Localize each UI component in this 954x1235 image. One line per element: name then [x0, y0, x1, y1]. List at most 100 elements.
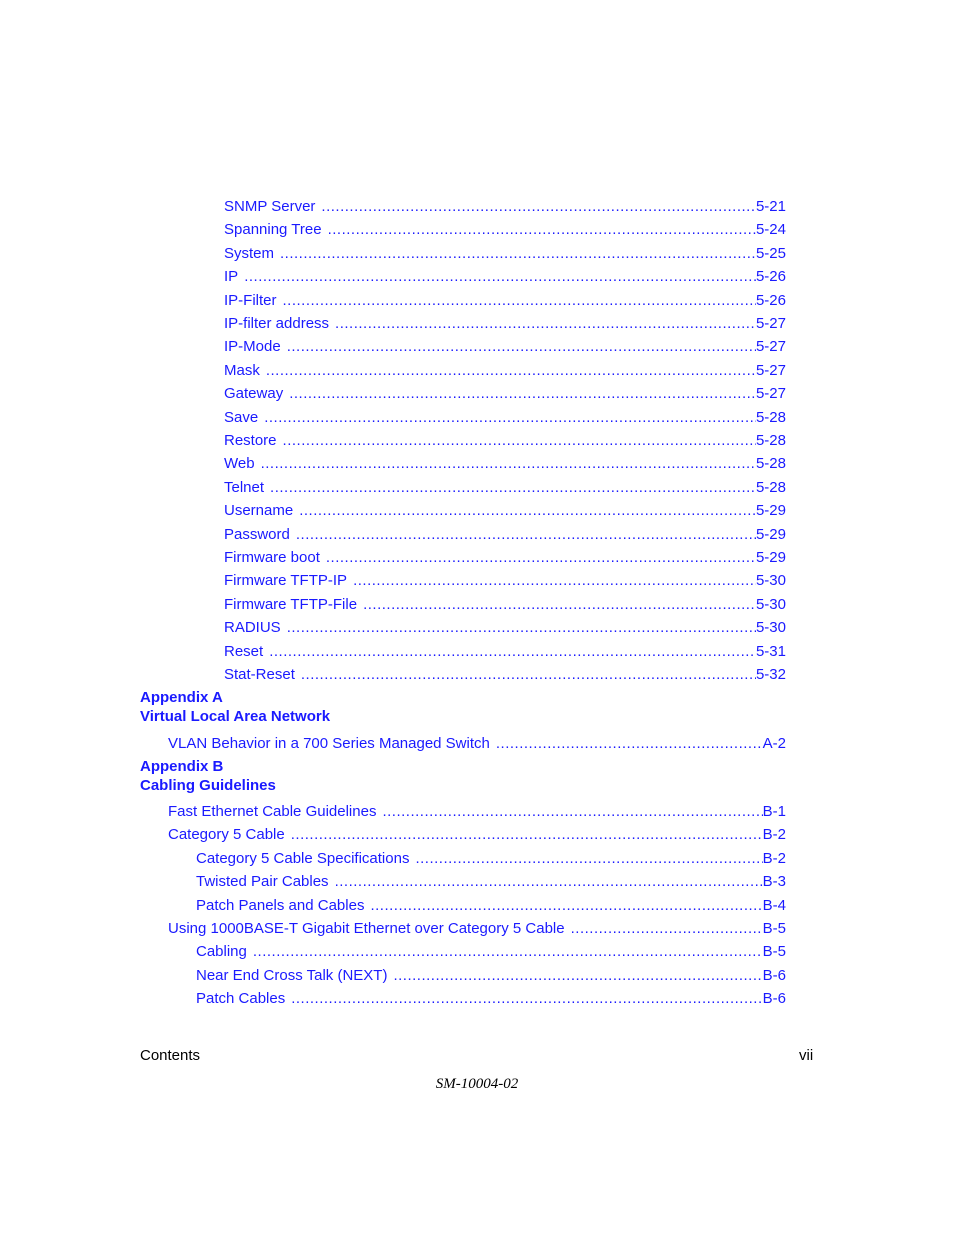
toc-entry[interactable]: Patch Panels and Cables B-4	[196, 897, 786, 917]
toc-entry-page: 5-29	[755, 549, 786, 566]
toc-entry[interactable]: IP-filter address 5-27	[224, 315, 786, 335]
toc-entry[interactable]: Patch Cables B-6	[196, 990, 786, 1010]
toc-entry-title: Patch Cables	[196, 990, 286, 1008]
toc-entry-title: VLAN Behavior in a 700 Series Managed Sw…	[168, 735, 490, 752]
dot-leader	[283, 292, 756, 309]
dot-leader	[353, 572, 756, 589]
toc-entry-title: SNMP Server	[224, 198, 316, 215]
toc-entry-page: 5-28	[755, 408, 786, 426]
toc-entry[interactable]: Category 5 Cable B-2	[168, 826, 786, 846]
toc-entry[interactable]: Gateway 5-27	[224, 385, 786, 405]
toc-entry-page: B-2	[762, 849, 786, 867]
document-id: SM-10004-02	[435, 1076, 519, 1092]
toc-entry[interactable]: Spanning Tree 5-24	[224, 221, 786, 241]
dot-leader	[326, 549, 756, 566]
toc-entry-page: 5-25	[755, 244, 786, 262]
toc-entry[interactable]: Fast Ethernet Cable Guidelines B-1	[168, 803, 786, 823]
toc-entry-page: 5-31	[755, 642, 786, 660]
toc-entry-page: 5-28	[755, 432, 786, 449]
toc-entry[interactable]: Restore 5-28	[224, 432, 786, 452]
toc-entry[interactable]: IP-Filter 5-26	[224, 292, 786, 312]
toc-entry[interactable]: Firmware TFTP-IP 5-30	[224, 572, 786, 592]
toc-entry-title: Save	[224, 408, 259, 426]
appendix-b-label[interactable]: Appendix B	[140, 758, 223, 775]
dot-leader	[264, 409, 756, 426]
toc-entry[interactable]: SNMP Server 5-21	[224, 198, 786, 218]
toc-entry-title: Firmware boot	[224, 549, 320, 566]
toc-entry-page: B-6	[762, 966, 786, 984]
toc-entry-page: 5-29	[755, 525, 786, 543]
toc-entry[interactable]: RADIUS 5-30	[224, 619, 786, 639]
dot-leader	[270, 479, 756, 496]
toc-entry-page: 5-30	[755, 572, 786, 590]
toc-entry[interactable]: IP 5-26	[224, 268, 786, 288]
appendix-a-label[interactable]: Appendix A	[140, 689, 223, 706]
toc-entry-title: Spanning Tree	[224, 221, 322, 239]
dot-leader	[280, 245, 756, 262]
toc-entry[interactable]: Mask 5-27	[224, 362, 786, 382]
toc-entry[interactable]: VLAN Behavior in a 700 Series Managed Sw…	[168, 735, 786, 755]
dot-leader	[382, 803, 762, 820]
toc-entry-page: 5-29	[755, 502, 786, 520]
appendix-a-title[interactable]: Virtual Local Area Network	[140, 708, 330, 725]
toc-entry-title: Firmware TFTP-File	[224, 595, 358, 613]
toc-entry[interactable]: Telnet 5-28	[224, 479, 786, 499]
toc-entry-title: Stat-Reset	[224, 666, 295, 683]
toc-entry[interactable]: IP-Mode 5-27	[224, 338, 786, 358]
toc-entry-page: 5-30	[755, 619, 786, 637]
dot-leader	[283, 432, 756, 449]
toc-entry-page: 5-28	[755, 478, 786, 496]
toc-entry-page: B-1	[762, 803, 786, 820]
toc-entry-page: 5-30	[755, 595, 786, 613]
toc-entry-page: 5-27	[755, 315, 786, 332]
dot-leader	[291, 826, 763, 843]
toc-entry-title: Category 5 Cable	[168, 826, 285, 844]
toc-entry-title: IP-Mode	[224, 338, 281, 356]
toc-entry-page: 5-27	[755, 338, 786, 356]
toc-entry-page: B-4	[762, 896, 786, 914]
toc-entry[interactable]: Firmware TFTP-File 5-30	[224, 596, 786, 616]
dot-leader	[289, 385, 756, 402]
toc-entry[interactable]: Stat-Reset 5-32	[224, 666, 786, 686]
footer-page-number: vii	[799, 1047, 814, 1064]
toc-entry[interactable]: Username 5-29	[224, 502, 786, 522]
toc-entry[interactable]: Twisted Pair Cables B-3	[196, 873, 786, 893]
dot-leader	[296, 526, 756, 543]
toc-entry[interactable]: Firmware boot 5-29	[224, 549, 786, 569]
toc-entry-title: Category 5 Cable Specifications	[196, 849, 410, 867]
dot-leader	[266, 362, 756, 379]
dot-leader	[571, 920, 763, 937]
toc-entry-title: Mask	[224, 361, 260, 379]
dot-leader	[287, 338, 756, 355]
toc-entry[interactable]: Save 5-28	[224, 409, 786, 429]
toc-entry-title: Username	[224, 502, 294, 520]
toc-entry[interactable]: Password 5-29	[224, 526, 786, 546]
toc-entry-title: Firmware TFTP-IP	[224, 572, 348, 590]
toc-entry[interactable]: Using 1000BASE-T Gigabit Ethernet over C…	[168, 920, 786, 940]
dot-leader	[363, 596, 756, 613]
dot-leader	[321, 198, 756, 215]
toc-entry[interactable]: Web 5-28	[224, 455, 786, 475]
toc-entry[interactable]: Cabling B-5	[196, 943, 786, 963]
toc-entry-page: B-6	[762, 990, 786, 1008]
toc-entry-page: 5-26	[755, 268, 786, 286]
dot-leader	[261, 455, 756, 472]
dot-leader	[299, 502, 756, 519]
toc-entry[interactable]: Reset 5-31	[224, 643, 786, 663]
dot-leader	[328, 221, 756, 238]
dot-leader	[291, 990, 762, 1007]
toc-entry-title: IP-filter address	[224, 315, 330, 332]
dot-leader	[335, 873, 763, 890]
toc-entry[interactable]: Category 5 Cable Specifications B-2	[196, 850, 786, 870]
toc-entry-title: System	[224, 244, 275, 262]
toc-entry-title: Using 1000BASE-T Gigabit Ethernet over C…	[168, 920, 565, 937]
toc-entry-title: Gateway	[224, 385, 284, 403]
footer-section-name: Contents	[140, 1047, 201, 1064]
toc-entry-title: Near End Cross Talk (NEXT)	[196, 966, 388, 984]
toc-entry[interactable]: System 5-25	[224, 245, 786, 265]
appendix-b-title[interactable]: Cabling Guidelines	[140, 777, 276, 794]
dot-leader	[415, 850, 762, 867]
toc-entry[interactable]: Near End Cross Talk (NEXT) B-6	[196, 967, 786, 987]
toc-entry-page: 5-27	[755, 385, 786, 403]
toc-entry-page: 5-21	[755, 198, 786, 215]
